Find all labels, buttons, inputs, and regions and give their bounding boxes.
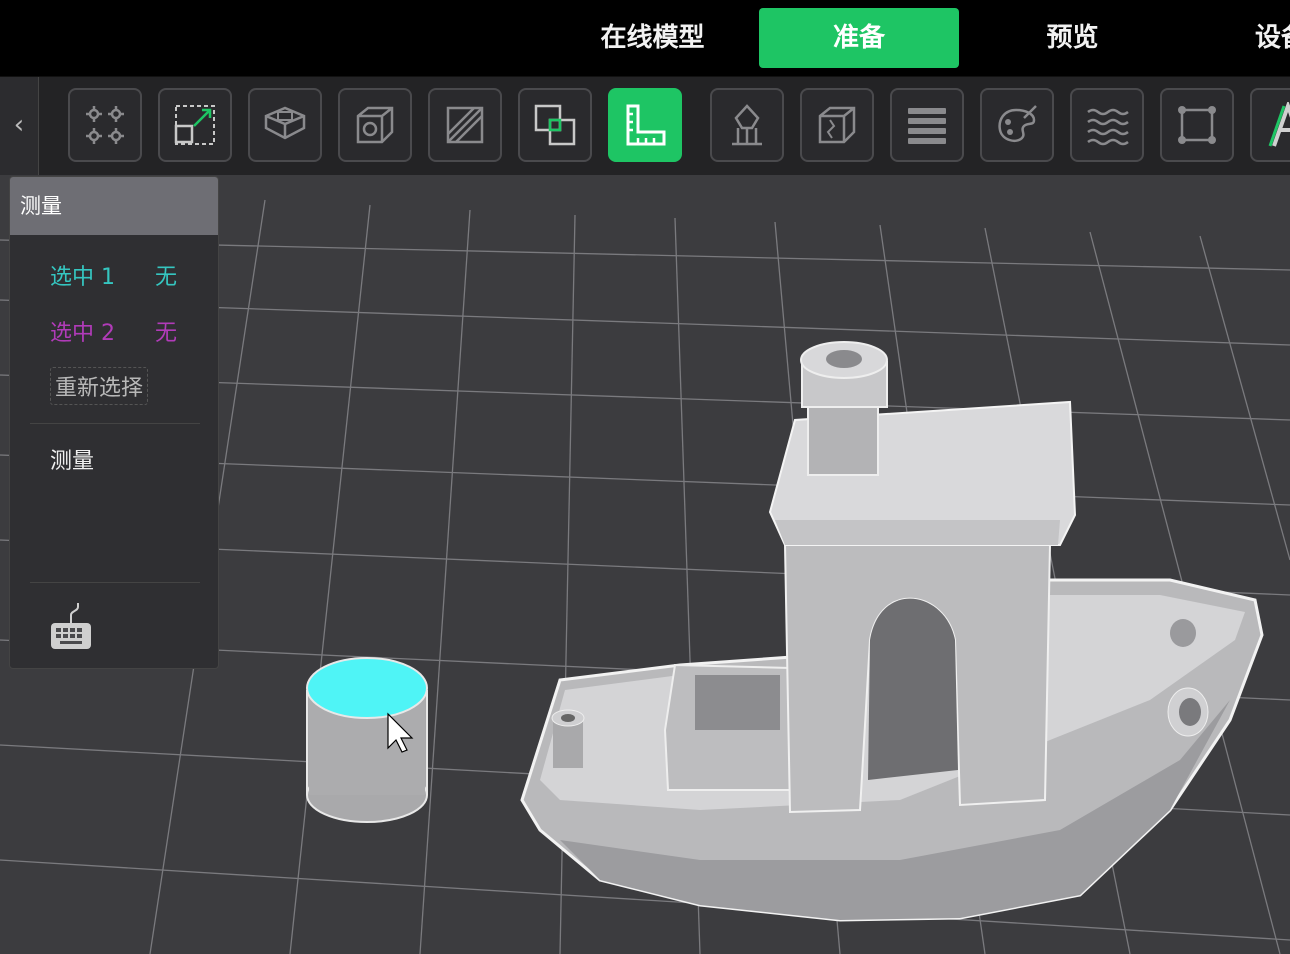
selection-2-label: 选中 2 [50,321,115,346]
tool-arrange[interactable] [68,88,142,162]
fuzzy-skin-icon [1087,108,1129,146]
layers-icon [908,108,946,144]
measure-icon [626,104,666,146]
tool-split[interactable] [428,88,502,162]
tool-layers[interactable] [890,88,964,162]
tool-assembly[interactable] [1160,88,1234,162]
tab-prepare[interactable]: 准备 [759,8,959,68]
tool-text[interactable] [1250,88,1290,162]
collapse-toolbar-button[interactable]: ‹ [0,77,39,175]
panel-divider [30,423,200,424]
tool-place-on-face[interactable] [248,88,322,162]
panel-title: 测量 [10,177,218,235]
place-on-face-icon [264,106,306,140]
support-paint-icon [732,104,762,146]
tool-fuzzy-skin[interactable] [1070,88,1144,162]
highlighted-face [306,657,428,719]
tool-boolean[interactable] [518,88,592,162]
selection-1-value: 无 [155,265,178,290]
cut-icon [356,106,394,144]
tool-scale[interactable] [158,88,232,162]
tool-measure[interactable] [608,88,682,162]
tab-preview[interactable]: 预览 [1010,8,1135,68]
measure-panel: 测量 选中 1 无 选中 2 无 重新选择 测量 [9,176,219,669]
tool-seam-paint[interactable] [800,88,874,162]
seam-paint-icon [818,106,856,144]
selection-2-value: 无 [155,321,178,346]
top-tab-bar: 在线模型 准备 预览 设备 [0,0,1290,76]
tool-cut[interactable] [338,88,412,162]
tool-color-paint[interactable] [980,88,1054,162]
arrange-icon [86,106,124,144]
selection-1-label: 选中 1 [50,265,115,290]
tab-online-models[interactable]: 在线模型 [575,8,730,68]
tool-support-paint[interactable] [710,88,784,162]
panel-divider [30,582,200,583]
keyboard-icon[interactable] [48,601,94,653]
toolbar: ‹ [0,76,1290,175]
color-paint-icon [998,105,1037,142]
assembly-icon [1178,106,1216,144]
tab-device[interactable]: 设备 [1235,8,1290,68]
reselect-button[interactable]: 重新选择 [50,367,149,405]
scale-icon [174,105,215,145]
measure-result-label: 测量 [50,449,95,474]
text-icon [1268,102,1290,147]
cylinder-model [306,657,428,823]
boolean-icon [534,104,576,146]
split-icon [446,106,484,144]
